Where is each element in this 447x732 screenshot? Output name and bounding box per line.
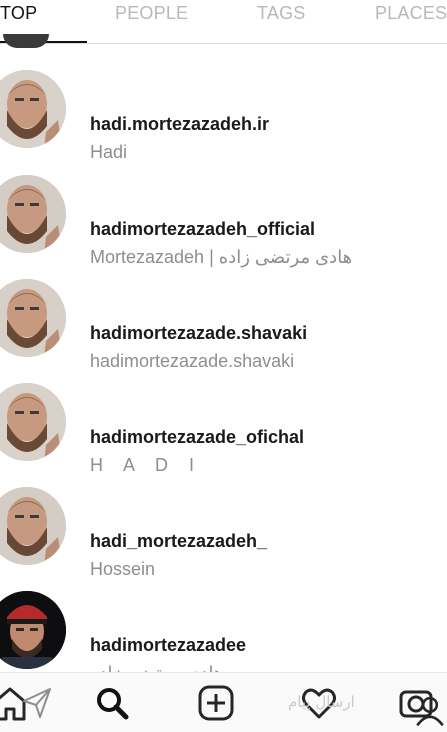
send-icon[interactable] — [18, 683, 58, 723]
search-icon[interactable] — [92, 683, 132, 723]
full-name: H A D I — [90, 455, 203, 475]
list-item[interactable]: hadimortezazade_ofichal H A D I — [0, 383, 447, 487]
list-item[interactable]: hadimortezazade.shavaki hadimortezazade.… — [0, 279, 447, 383]
avatar — [0, 70, 66, 148]
bottom-navigation: ارسال پیام — [0, 672, 447, 732]
tab-people[interactable]: PEOPLE — [115, 3, 188, 24]
profile-icon[interactable] — [413, 693, 447, 727]
previous-avatar-peek — [3, 34, 49, 48]
tab-tags[interactable]: TAGS — [257, 3, 305, 24]
username: hadimortezazadee — [90, 635, 247, 655]
avatar — [0, 279, 66, 357]
username: hadimortezazade_ofichal — [90, 427, 305, 447]
avatar — [0, 487, 66, 565]
username: hadimortezazadeh_official — [90, 219, 316, 239]
avatar — [0, 175, 66, 253]
username: hadimortezazade.shavaki — [90, 323, 308, 343]
add-icon[interactable] — [196, 683, 236, 723]
avatar — [0, 383, 66, 461]
list-item[interactable]: hadi.mortezazadeh.ir Hadi — [0, 70, 447, 174]
list-item[interactable]: hadimortezazadeh_official Mortezazadeh |… — [0, 175, 447, 279]
tab-top[interactable]: TOP — [0, 3, 37, 24]
list-item[interactable]: hadi_mortezazadeh_ Hossein — [0, 487, 447, 591]
full-name: hadimortezazade.shavaki — [90, 351, 295, 371]
full-name: Hossein — [90, 559, 156, 579]
tab-places[interactable]: PLACES — [375, 3, 447, 24]
username: hadi_mortezazadeh_ — [90, 531, 268, 551]
avatar — [0, 591, 66, 669]
full-name: Hadi — [90, 142, 128, 162]
username: hadi.mortezazadeh.ir — [90, 114, 270, 134]
search-tabs: TOP PEOPLE TAGS PLACES — [0, 0, 447, 44]
send-message-overlay: ارسال پیام — [288, 693, 355, 711]
full-name: Mortezazadeh | هادی مرتضی زاده — [90, 247, 353, 267]
